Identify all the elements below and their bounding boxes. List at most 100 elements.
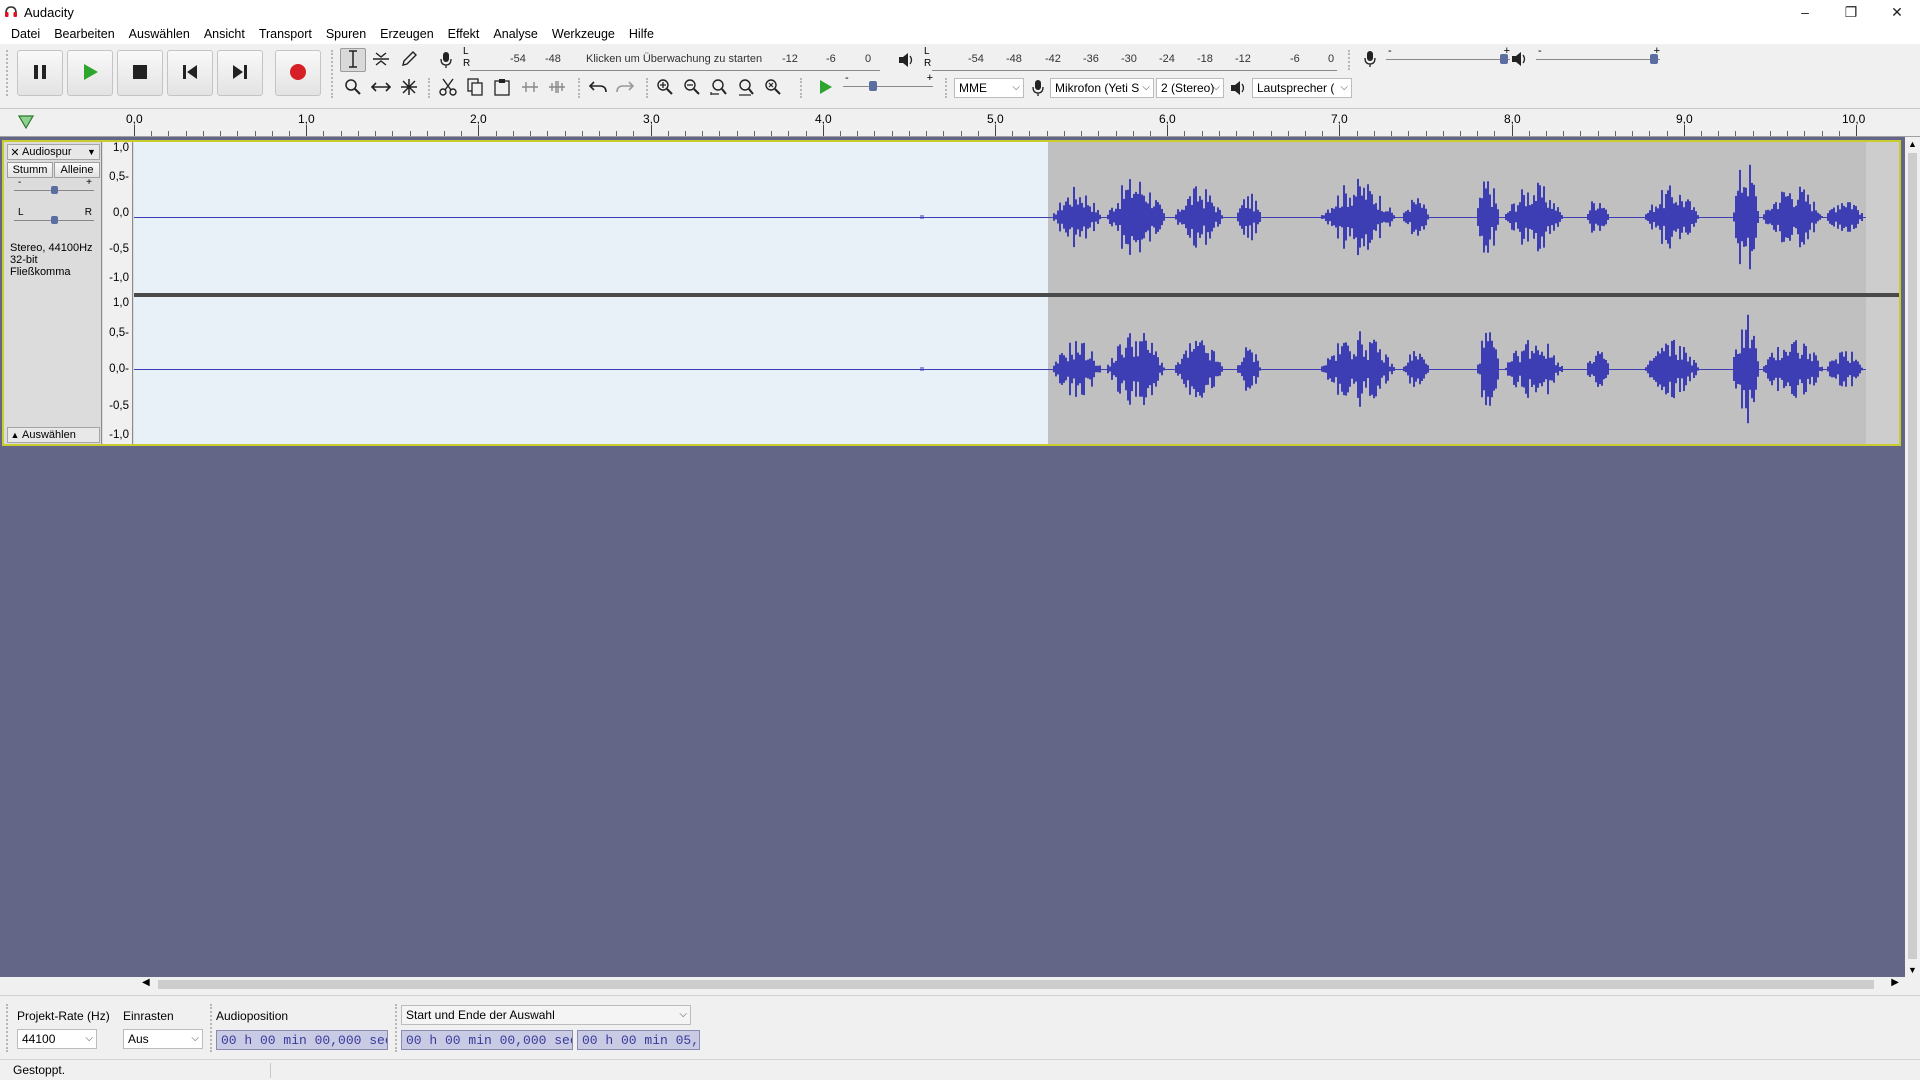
trim-audio-button[interactable]	[517, 76, 543, 100]
playback-volume-slider[interactable]: - +	[1536, 45, 1660, 69]
zoom-tool-button[interactable]	[340, 76, 366, 100]
toolbar-grip[interactable]	[428, 78, 432, 98]
scroll-up-icon[interactable]: ▲	[1908, 139, 1917, 149]
multi-tool-button[interactable]	[396, 76, 422, 100]
speaker-meter-icon[interactable]	[896, 50, 918, 70]
toolbar-grip[interactable]	[646, 78, 650, 98]
ruler-tick	[1615, 131, 1616, 136]
toolbar-grip[interactable]	[6, 1004, 10, 1052]
menu-datei[interactable]: Datei	[4, 27, 47, 41]
menu-auswaehlen[interactable]: Auswählen	[122, 27, 197, 41]
snap-select[interactable]: Aus ⌵	[123, 1029, 203, 1049]
skip-to-start-button[interactable]	[167, 50, 213, 96]
maximize-button[interactable]: ❐	[1828, 0, 1874, 24]
timeshift-tool-button[interactable]	[368, 76, 394, 100]
toolbar-grip[interactable]	[1348, 50, 1352, 70]
selection-tool-button[interactable]	[340, 48, 366, 72]
zoom-toggle-button[interactable]	[760, 76, 786, 100]
collapse-triangle-icon[interactable]: ▲	[8, 430, 22, 440]
paste-button[interactable]	[489, 76, 515, 100]
track-header[interactable]: ✕ Audiospur ▼	[7, 144, 100, 160]
gain-slider[interactable]: - +	[14, 177, 94, 200]
envelope-tool-button[interactable]	[368, 48, 394, 72]
selection-end-field[interactable]: 00 h 00 min 05,29	[577, 1030, 700, 1050]
play-at-speed-button[interactable]	[812, 76, 838, 100]
menu-hilfe[interactable]: Hilfe	[622, 27, 661, 41]
menu-transport[interactable]: Transport	[252, 27, 319, 41]
playback-device-select[interactable]: Lautsprecher (⌵	[1252, 78, 1352, 98]
fit-project-button[interactable]	[733, 76, 759, 100]
undo-button[interactable]	[585, 76, 611, 100]
close-track-icon[interactable]: ✕	[8, 146, 22, 159]
scroll-left-icon[interactable]: ◀	[142, 977, 150, 988]
solo-button[interactable]: Alleine	[54, 162, 100, 178]
horizontal-scrollbar[interactable]: ◀ ▶	[130, 977, 1905, 992]
ruler-tick	[788, 131, 789, 136]
menu-bearbeiten[interactable]: Bearbeiten	[47, 27, 121, 41]
toolbar-grip[interactable]	[578, 78, 582, 98]
menu-spuren[interactable]: Spuren	[319, 27, 373, 41]
redo-button[interactable]	[612, 76, 638, 100]
selection-mode-select[interactable]: Start und Ende der Auswahl ⌵	[401, 1005, 691, 1025]
stop-button[interactable]	[117, 50, 163, 96]
playback-speed-slider[interactable]: - +	[843, 72, 933, 96]
copy-button[interactable]	[462, 76, 488, 100]
toolbar-grip[interactable]	[331, 50, 335, 98]
vertical-ruler[interactable]: 1,0 0,5- 0,0 -0,5 -1,0 1,0 0,5- 0,0- -0,…	[103, 142, 133, 444]
menu-effekt[interactable]: Effekt	[441, 27, 487, 41]
menu-erzeugen[interactable]: Erzeugen	[373, 27, 441, 41]
draw-tool-button[interactable]	[396, 48, 422, 72]
project-rate-select[interactable]: 44100 ⌵	[17, 1029, 97, 1049]
mute-button[interactable]: Stumm	[7, 162, 53, 178]
pan-slider[interactable]: L R	[14, 207, 94, 230]
toolbar-grip[interactable]	[945, 78, 949, 98]
zoom-in-button[interactable]	[652, 76, 678, 100]
left-channel[interactable]	[134, 142, 1899, 293]
skip-to-end-button[interactable]	[217, 50, 263, 96]
select-track-button[interactable]: ▲ Auswählen	[7, 427, 100, 443]
audio-position-field[interactable]: 00 h 00 min 00,000 sec	[216, 1030, 388, 1050]
minimize-button[interactable]: –	[1782, 0, 1828, 24]
waveform-area[interactable]	[134, 142, 1899, 444]
fit-selection-button[interactable]	[706, 76, 732, 100]
play-at-speed-icon	[817, 79, 833, 98]
asterisk-icon	[400, 78, 418, 99]
recording-meter[interactable]: -54 -48 Klicken um Überwachung zu starte…	[470, 49, 880, 71]
zoom-out-button[interactable]	[679, 76, 705, 100]
ruler-tick	[1494, 131, 1495, 136]
playback-meter[interactable]: -54 -48 -42 -36 -30 -24 -18 -12 -6 0	[932, 49, 1337, 71]
toolbar-grip[interactable]	[6, 50, 10, 96]
audio-host-select[interactable]: MME ⌵	[954, 78, 1024, 98]
menu-ansicht[interactable]: Ansicht	[197, 27, 252, 41]
ruler-tick	[1443, 131, 1444, 136]
pin-triangle-icon[interactable]	[17, 115, 35, 132]
cut-button[interactable]	[435, 76, 461, 100]
track-name[interactable]: Audiospur	[22, 146, 87, 158]
audio-track[interactable]: ✕ Audiospur ▼ Stumm Alleine - + L R Ster…	[2, 140, 1901, 446]
recording-volume-slider[interactable]: - +	[1386, 45, 1510, 69]
toolbar-grip[interactable]	[800, 78, 804, 98]
microphone-meter-icon[interactable]	[436, 50, 456, 70]
toolbar-grip[interactable]	[210, 1004, 214, 1052]
scroll-right-icon[interactable]: ▶	[1891, 977, 1899, 988]
selection-start-field[interactable]: 00 h 00 min 00,000 sec	[401, 1030, 573, 1050]
track-menu-chevron-icon[interactable]: ▼	[87, 147, 99, 157]
toolbar-grip[interactable]	[395, 1004, 399, 1052]
right-channel[interactable]	[134, 297, 1899, 444]
vertical-scrollbar[interactable]: ▲ ▼	[1905, 137, 1920, 977]
timeline-ruler[interactable]: 0,0 1,0 2,0 3,0 4,0 5,0 6,0 7,0 8,0 9,0 …	[0, 109, 1920, 137]
track-area[interactable]: ✕ Audiospur ▼ Stumm Alleine - + L R Ster…	[0, 137, 1905, 977]
recording-device-select[interactable]: Mikrofon (Yeti S ⌵	[1050, 78, 1154, 98]
ruler-tick	[496, 131, 497, 136]
ruler-tick	[633, 131, 634, 136]
scroll-down-icon[interactable]: ▼	[1908, 965, 1917, 975]
silence-audio-button[interactable]	[544, 76, 570, 100]
pause-button[interactable]	[17, 50, 63, 96]
recording-channels-select[interactable]: 2 (Stereo) ⌵	[1156, 78, 1224, 98]
menu-analyse[interactable]: Analyse	[486, 27, 544, 41]
record-button[interactable]	[275, 50, 321, 96]
monitoring-hint[interactable]: Klicken um Überwachung zu starten	[586, 53, 762, 65]
menu-werkzeuge[interactable]: Werkzeuge	[545, 27, 622, 41]
play-button[interactable]	[67, 50, 113, 96]
close-window-button[interactable]: ✕	[1874, 0, 1920, 24]
